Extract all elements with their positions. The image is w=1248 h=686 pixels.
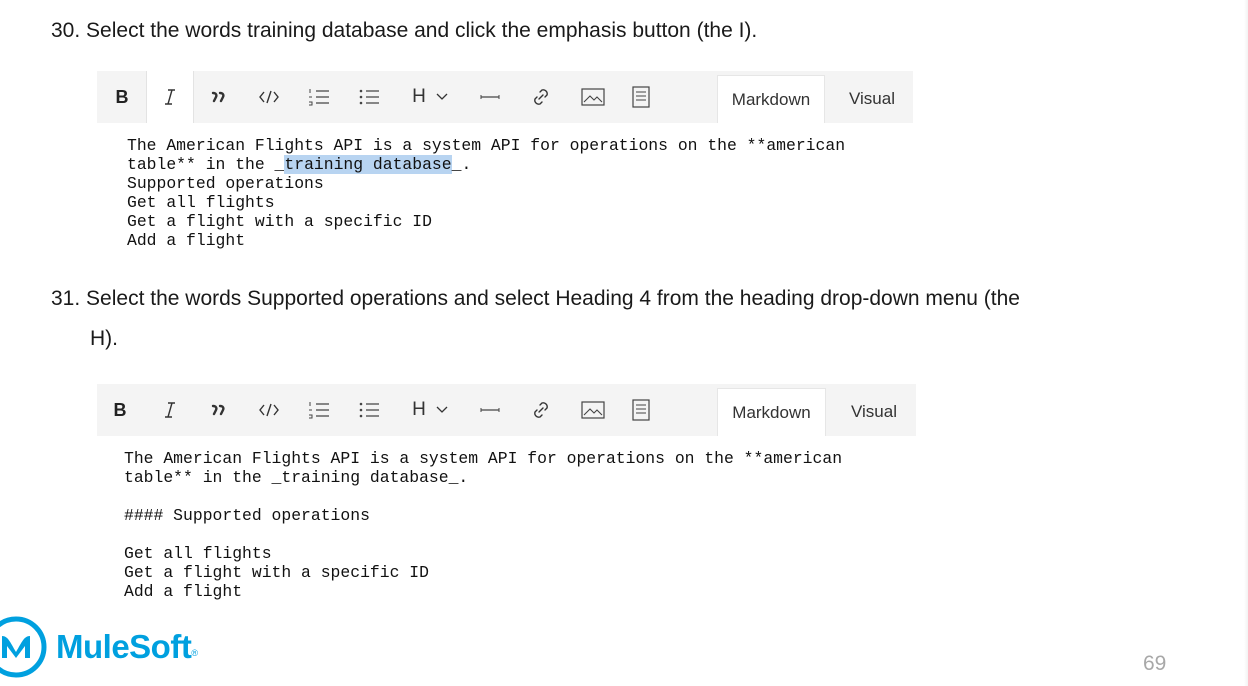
- unordered-list-button[interactable]: [355, 384, 383, 436]
- mulesoft-m-icon: [0, 616, 47, 678]
- markdown-editor[interactable]: The American Flights API is a system API…: [127, 136, 845, 250]
- ordered-list-button[interactable]: [305, 384, 333, 436]
- quote-icon: [211, 404, 225, 416]
- unordered-list-icon: [359, 89, 379, 105]
- link-button[interactable]: [528, 384, 554, 436]
- chevron-down-icon: [436, 406, 448, 413]
- editor-line: Get all flights: [124, 544, 272, 563]
- link-icon: [534, 89, 548, 105]
- horizontal-rule-button[interactable]: [477, 71, 503, 123]
- quote-button[interactable]: [205, 71, 233, 123]
- editor-line: Get all flights: [127, 193, 275, 212]
- link-button[interactable]: [528, 71, 554, 123]
- selected-text: training database: [284, 155, 452, 174]
- editor-line: Add a flight: [127, 231, 246, 250]
- editor-toolbar: B H Markdown Visual: [97, 71, 913, 123]
- text-prefix: table** in the _: [127, 155, 285, 174]
- logo-wordmark: MuleSoft: [56, 628, 192, 665]
- heading-label: H: [412, 86, 426, 107]
- mulesoft-logo: MuleSoft ®: [0, 612, 198, 682]
- editor-line: The American Flights API is a system API…: [127, 136, 846, 155]
- ordered-list-icon: [309, 89, 329, 106]
- italic-icon: [165, 89, 175, 105]
- table-icon: [632, 86, 650, 108]
- page-edge-divider: [1244, 0, 1248, 686]
- code-button[interactable]: [255, 384, 283, 436]
- page-number: 69: [1143, 652, 1167, 675]
- step-text-continued: H).: [90, 327, 118, 350]
- image-button[interactable]: [579, 384, 607, 436]
- tab-markdown[interactable]: Markdown: [717, 388, 826, 436]
- table-icon: [632, 399, 650, 421]
- step-31-instruction: 31. Select the words Supported operation…: [51, 279, 1171, 359]
- text-suffix: _.: [451, 155, 472, 174]
- code-icon: [259, 403, 279, 417]
- step-number: 30.: [51, 19, 81, 42]
- editor-line: table** in the _training database_.: [124, 468, 469, 487]
- image-button[interactable]: [579, 71, 607, 123]
- step-text: Select the words Supported operations an…: [86, 287, 1020, 310]
- editor-line: table** in the _training database_.: [127, 155, 845, 174]
- image-icon: [581, 401, 605, 419]
- unordered-list-button[interactable]: [355, 71, 383, 123]
- code-icon: [259, 90, 279, 104]
- editor-line: The American Flights API is a system API…: [124, 449, 843, 468]
- italic-icon: [165, 402, 175, 418]
- quote-icon: [211, 91, 225, 103]
- chevron-down-icon: [436, 93, 448, 100]
- italic-button[interactable]: [146, 71, 194, 123]
- bold-button[interactable]: B: [107, 384, 133, 436]
- bold-button[interactable]: B: [109, 71, 135, 123]
- link-icon: [534, 402, 548, 418]
- editor-line: Get a flight with a specific ID: [124, 563, 429, 582]
- tab-markdown[interactable]: Markdown: [717, 75, 825, 123]
- horizontal-rule-icon: [480, 408, 500, 412]
- quote-button[interactable]: [205, 384, 233, 436]
- table-button[interactable]: [628, 384, 654, 436]
- tab-visual[interactable]: Visual: [835, 75, 909, 123]
- italic-button[interactable]: [157, 384, 183, 436]
- heading-dropdown-button[interactable]: H: [405, 71, 455, 123]
- image-icon: [581, 88, 605, 106]
- horizontal-rule-button[interactable]: [477, 384, 503, 436]
- editor-line: #### Supported operations: [124, 506, 370, 525]
- heading-label: H: [412, 399, 426, 420]
- horizontal-rule-icon: [480, 95, 500, 99]
- editor-toolbar: B H Markdown Visual: [97, 384, 916, 436]
- step-30-instruction: 30. Select the words training database a…: [51, 11, 757, 51]
- editor-line: Supported operations: [127, 174, 324, 193]
- step-text: Select the words training database and c…: [86, 19, 758, 42]
- unordered-list-icon: [359, 402, 379, 418]
- markdown-editor[interactable]: The American Flights API is a system API…: [124, 449, 842, 601]
- tab-visual[interactable]: Visual: [837, 388, 911, 436]
- heading-dropdown-button[interactable]: H: [405, 384, 455, 436]
- trademark-symbol: ®: [191, 648, 198, 658]
- editor-line: Add a flight: [124, 582, 243, 601]
- code-button[interactable]: [255, 71, 283, 123]
- step-number: 31.: [51, 287, 81, 310]
- ordered-list-button[interactable]: [305, 71, 333, 123]
- editor-line: Get a flight with a specific ID: [127, 212, 432, 231]
- table-button[interactable]: [628, 71, 654, 123]
- ordered-list-icon: [309, 402, 329, 419]
